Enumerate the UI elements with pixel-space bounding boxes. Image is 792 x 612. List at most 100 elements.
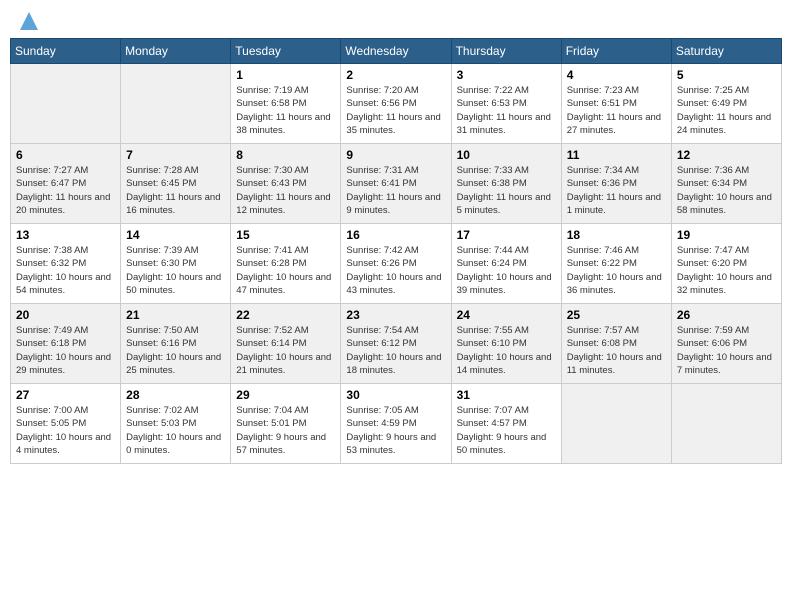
calendar-cell xyxy=(121,64,231,144)
day-number: 12 xyxy=(677,148,776,162)
calendar-cell: 11 Sunrise: 7:34 AM Sunset: 6:36 PM Dayli… xyxy=(561,144,671,224)
calendar-cell: 19Sunrise: 7:47 AM Sunset: 6:20 PM Dayli… xyxy=(671,224,781,304)
calendar-week-row: 13Sunrise: 7:38 AM Sunset: 6:32 PM Dayli… xyxy=(11,224,782,304)
weekday-header: Sunday xyxy=(11,39,121,64)
calendar-cell: 22 Sunrise: 7:52 AM Sunset: 6:14 PM Dayli… xyxy=(231,304,341,384)
day-info: Sunrise: 7:30 AM Sunset: 6:43 PM Dayligh… xyxy=(236,164,335,217)
day-number: 5 xyxy=(677,68,776,82)
day-info: Sunrise: 7:50 AM Sunset: 6:16 PM Dayligh… xyxy=(126,324,225,377)
calendar-cell: 26 Sunrise: 7:59 AM Sunset: 6:06 PM Dayli… xyxy=(671,304,781,384)
calendar-cell: 27Sunrise: 7:00 AM Sunset: 5:05 PM Dayli… xyxy=(11,384,121,464)
day-number: 22 xyxy=(236,308,335,322)
day-number: 6 xyxy=(16,148,115,162)
day-number: 2 xyxy=(346,68,445,82)
weekday-header: Thursday xyxy=(451,39,561,64)
calendar-cell: 16 Sunrise: 7:42 AM Sunset: 6:26 PM Dayli… xyxy=(341,224,451,304)
day-info: Sunrise: 7:44 AM Sunset: 6:24 PM Dayligh… xyxy=(457,244,556,297)
calendar-cell: 15 Sunrise: 7:41 AM Sunset: 6:28 PM Dayli… xyxy=(231,224,341,304)
weekday-header: Wednesday xyxy=(341,39,451,64)
day-info: Sunrise: 7:02 AM Sunset: 5:03 PM Dayligh… xyxy=(126,404,225,457)
calendar-cell: 31 Sunrise: 7:07 AM Sunset: 4:57 PM Dayli… xyxy=(451,384,561,464)
weekday-header: Tuesday xyxy=(231,39,341,64)
calendar-cell: 17 Sunrise: 7:44 AM Sunset: 6:24 PM Dayli… xyxy=(451,224,561,304)
day-number: 9 xyxy=(346,148,445,162)
day-number: 31 xyxy=(457,388,556,402)
day-info: Sunrise: 7:42 AM Sunset: 6:26 PM Dayligh… xyxy=(346,244,445,297)
calendar-cell: 23 Sunrise: 7:54 AM Sunset: 6:12 PM Dayli… xyxy=(341,304,451,384)
day-number: 7 xyxy=(126,148,225,162)
calendar-cell: 3 Sunrise: 7:22 AM Sunset: 6:53 PM Daylig… xyxy=(451,64,561,144)
day-number: 21 xyxy=(126,308,225,322)
calendar-cell: 13Sunrise: 7:38 AM Sunset: 6:32 PM Dayli… xyxy=(11,224,121,304)
day-number: 18 xyxy=(567,228,666,242)
calendar-cell: 12 Sunrise: 7:36 AM Sunset: 6:34 PM Dayli… xyxy=(671,144,781,224)
calendar-cell: 29Sunrise: 7:04 AM Sunset: 5:01 PM Dayli… xyxy=(231,384,341,464)
calendar-cell: 28 Sunrise: 7:02 AM Sunset: 5:03 PM Dayli… xyxy=(121,384,231,464)
day-info: Sunrise: 7:54 AM Sunset: 6:12 PM Dayligh… xyxy=(346,324,445,377)
calendar-cell xyxy=(671,384,781,464)
day-info: Sunrise: 7:04 AM Sunset: 5:01 PM Dayligh… xyxy=(236,404,335,457)
calendar-cell: 1Sunrise: 7:19 AM Sunset: 6:58 PM Daylig… xyxy=(231,64,341,144)
calendar-cell: 8 Sunrise: 7:30 AM Sunset: 6:43 PM Daylig… xyxy=(231,144,341,224)
day-info: Sunrise: 7:39 AM Sunset: 6:30 PM Dayligh… xyxy=(126,244,225,297)
day-number: 10 xyxy=(457,148,556,162)
day-info: Sunrise: 7:00 AM Sunset: 5:05 PM Dayligh… xyxy=(16,404,115,457)
day-number: 3 xyxy=(457,68,556,82)
day-info: Sunrise: 7:27 AM Sunset: 6:47 PM Dayligh… xyxy=(16,164,115,217)
calendar-cell xyxy=(11,64,121,144)
day-number: 11 xyxy=(567,148,666,162)
day-number: 15 xyxy=(236,228,335,242)
day-info: Sunrise: 7:57 AM Sunset: 6:08 PM Dayligh… xyxy=(567,324,666,377)
day-number: 19 xyxy=(677,228,776,242)
day-number: 20 xyxy=(16,308,115,322)
calendar-cell: 25Sunrise: 7:57 AM Sunset: 6:08 PM Dayli… xyxy=(561,304,671,384)
day-info: Sunrise: 7:22 AM Sunset: 6:53 PM Dayligh… xyxy=(457,84,556,137)
day-info: Sunrise: 7:31 AM Sunset: 6:41 PM Dayligh… xyxy=(346,164,445,217)
day-number: 17 xyxy=(457,228,556,242)
day-info: Sunrise: 7:59 AM Sunset: 6:06 PM Dayligh… xyxy=(677,324,776,377)
day-info: Sunrise: 7:55 AM Sunset: 6:10 PM Dayligh… xyxy=(457,324,556,377)
day-info: Sunrise: 7:46 AM Sunset: 6:22 PM Dayligh… xyxy=(567,244,666,297)
day-info: Sunrise: 7:20 AM Sunset: 6:56 PM Dayligh… xyxy=(346,84,445,137)
calendar-cell: 5Sunrise: 7:25 AM Sunset: 6:49 PM Daylig… xyxy=(671,64,781,144)
day-info: Sunrise: 7:41 AM Sunset: 6:28 PM Dayligh… xyxy=(236,244,335,297)
day-number: 14 xyxy=(126,228,225,242)
day-info: Sunrise: 7:07 AM Sunset: 4:57 PM Dayligh… xyxy=(457,404,556,457)
calendar-cell: 14 Sunrise: 7:39 AM Sunset: 6:30 PM Dayli… xyxy=(121,224,231,304)
calendar-cell xyxy=(561,384,671,464)
calendar-cell: 2 Sunrise: 7:20 AM Sunset: 6:56 PM Daylig… xyxy=(341,64,451,144)
weekday-header: Friday xyxy=(561,39,671,64)
calendar-cell: 18 Sunrise: 7:46 AM Sunset: 6:22 PM Dayli… xyxy=(561,224,671,304)
calendar-cell: 30 Sunrise: 7:05 AM Sunset: 4:59 PM Dayli… xyxy=(341,384,451,464)
calendar-week-row: 20Sunrise: 7:49 AM Sunset: 6:18 PM Dayli… xyxy=(11,304,782,384)
day-number: 24 xyxy=(457,308,556,322)
calendar-cell: 7 Sunrise: 7:28 AM Sunset: 6:45 PM Daylig… xyxy=(121,144,231,224)
calendar-cell: 4 Sunrise: 7:23 AM Sunset: 6:51 PM Daylig… xyxy=(561,64,671,144)
day-info: Sunrise: 7:05 AM Sunset: 4:59 PM Dayligh… xyxy=(346,404,445,457)
day-info: Sunrise: 7:23 AM Sunset: 6:51 PM Dayligh… xyxy=(567,84,666,137)
day-number: 16 xyxy=(346,228,445,242)
day-number: 28 xyxy=(126,388,225,402)
day-info: Sunrise: 7:28 AM Sunset: 6:45 PM Dayligh… xyxy=(126,164,225,217)
day-number: 23 xyxy=(346,308,445,322)
header-row: SundayMondayTuesdayWednesdayThursdayFrid… xyxy=(11,39,782,64)
day-number: 26 xyxy=(677,308,776,322)
day-info: Sunrise: 7:36 AM Sunset: 6:34 PM Dayligh… xyxy=(677,164,776,217)
logo xyxy=(18,14,38,26)
day-info: Sunrise: 7:52 AM Sunset: 6:14 PM Dayligh… xyxy=(236,324,335,377)
calendar-cell: 9 Sunrise: 7:31 AM Sunset: 6:41 PM Daylig… xyxy=(341,144,451,224)
day-number: 4 xyxy=(567,68,666,82)
calendar-week-row: 27Sunrise: 7:00 AM Sunset: 5:05 PM Dayli… xyxy=(11,384,782,464)
day-number: 30 xyxy=(346,388,445,402)
day-number: 8 xyxy=(236,148,335,162)
day-info: Sunrise: 7:19 AM Sunset: 6:58 PM Dayligh… xyxy=(236,84,335,137)
calendar-week-row: 6 Sunrise: 7:27 AM Sunset: 6:47 PM Daylig… xyxy=(11,144,782,224)
page-header xyxy=(10,10,782,30)
calendar-cell: 24 Sunrise: 7:55 AM Sunset: 6:10 PM Dayli… xyxy=(451,304,561,384)
day-info: Sunrise: 7:34 AM Sunset: 6:36 PM Dayligh… xyxy=(567,164,666,217)
calendar-cell: 10Sunrise: 7:33 AM Sunset: 6:38 PM Dayli… xyxy=(451,144,561,224)
calendar-cell: 21 Sunrise: 7:50 AM Sunset: 6:16 PM Dayli… xyxy=(121,304,231,384)
calendar-cell: 6 Sunrise: 7:27 AM Sunset: 6:47 PM Daylig… xyxy=(11,144,121,224)
day-info: Sunrise: 7:38 AM Sunset: 6:32 PM Dayligh… xyxy=(16,244,115,297)
weekday-header: Monday xyxy=(121,39,231,64)
